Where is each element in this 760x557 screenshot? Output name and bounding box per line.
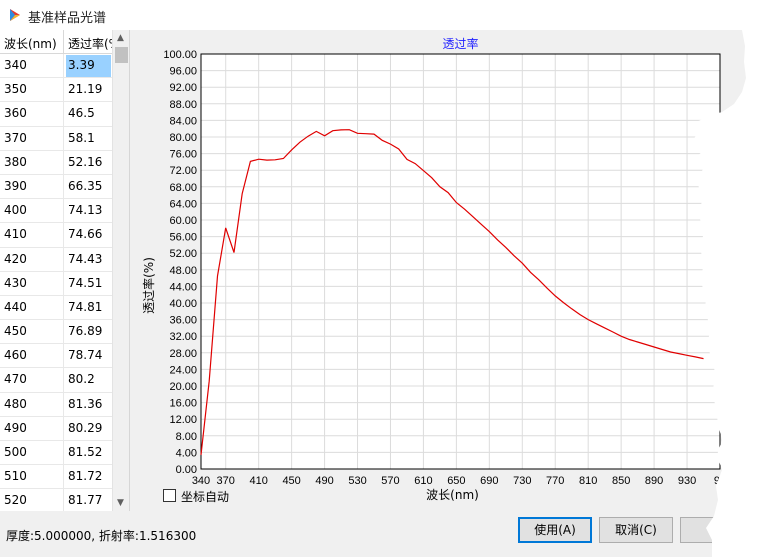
torn-edge: [690, 0, 760, 557]
dialog-window: 基准样品光谱 波长(nm) 透过率(% 3403.3935021.1936046…: [0, 0, 760, 557]
